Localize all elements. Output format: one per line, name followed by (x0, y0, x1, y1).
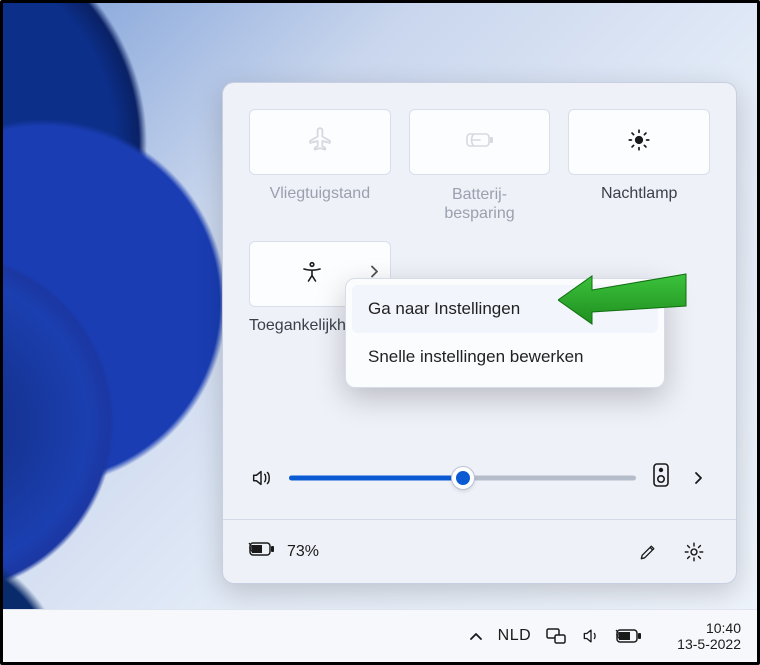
volume-slider[interactable] (289, 466, 636, 490)
context-menu: Ga naar Instellingen Snelle instellingen… (345, 278, 665, 388)
system-tray: NLD 10:40 13-5-2022 (468, 620, 741, 652)
volume-icon[interactable] (249, 466, 273, 490)
battery-charging-icon (247, 539, 277, 564)
airplane-mode-tile[interactable] (249, 109, 391, 175)
airplane-mode-label: Vliegtuigstand (249, 185, 391, 223)
night-light-tile[interactable] (568, 109, 710, 175)
volume-flyout-chevron-icon[interactable] (686, 466, 710, 490)
night-light-label: Nachtlamp (568, 185, 710, 223)
volume-row (223, 428, 736, 519)
volume-tray-icon[interactable] (581, 626, 601, 646)
airplane-icon (306, 126, 334, 159)
battery-tray-icon[interactable] (615, 627, 643, 645)
menu-item-edit-quick-settings[interactable]: Snelle instellingen bewerken (352, 333, 658, 381)
gear-icon (683, 541, 705, 563)
audio-output-icon[interactable] (652, 462, 670, 493)
network-icon[interactable] (545, 626, 567, 646)
battery-saver-tile[interactable] (409, 109, 551, 175)
tile-row-1 (249, 109, 710, 175)
taskbar: NLD 10:40 13-5-2022 (3, 609, 757, 662)
battery-percent-text: 73% (287, 543, 319, 561)
pencil-icon (638, 542, 658, 562)
input-language-indicator[interactable]: NLD (498, 627, 532, 645)
clock-time: 10:40 (677, 620, 741, 636)
battery-saver-icon (463, 128, 497, 157)
taskbar-clock[interactable]: 10:40 13-5-2022 (677, 620, 741, 652)
quick-settings-footer: 73% (223, 519, 736, 583)
accessibility-icon (300, 260, 324, 289)
clock-date: 13-5-2022 (677, 636, 741, 652)
slider-fill (289, 475, 463, 480)
menu-item-go-to-settings[interactable]: Ga naar Instellingen (352, 285, 658, 333)
open-settings-button[interactable] (676, 534, 712, 570)
night-light-icon (626, 127, 652, 158)
tray-overflow-chevron-icon[interactable] (468, 630, 484, 642)
battery-saver-label: Batterij- besparing (409, 185, 551, 223)
slider-thumb[interactable] (452, 467, 474, 489)
tile-labels-row-1: Vliegtuigstand Batterij- besparing Nacht… (249, 185, 710, 223)
edit-quick-settings-button[interactable] (630, 534, 666, 570)
